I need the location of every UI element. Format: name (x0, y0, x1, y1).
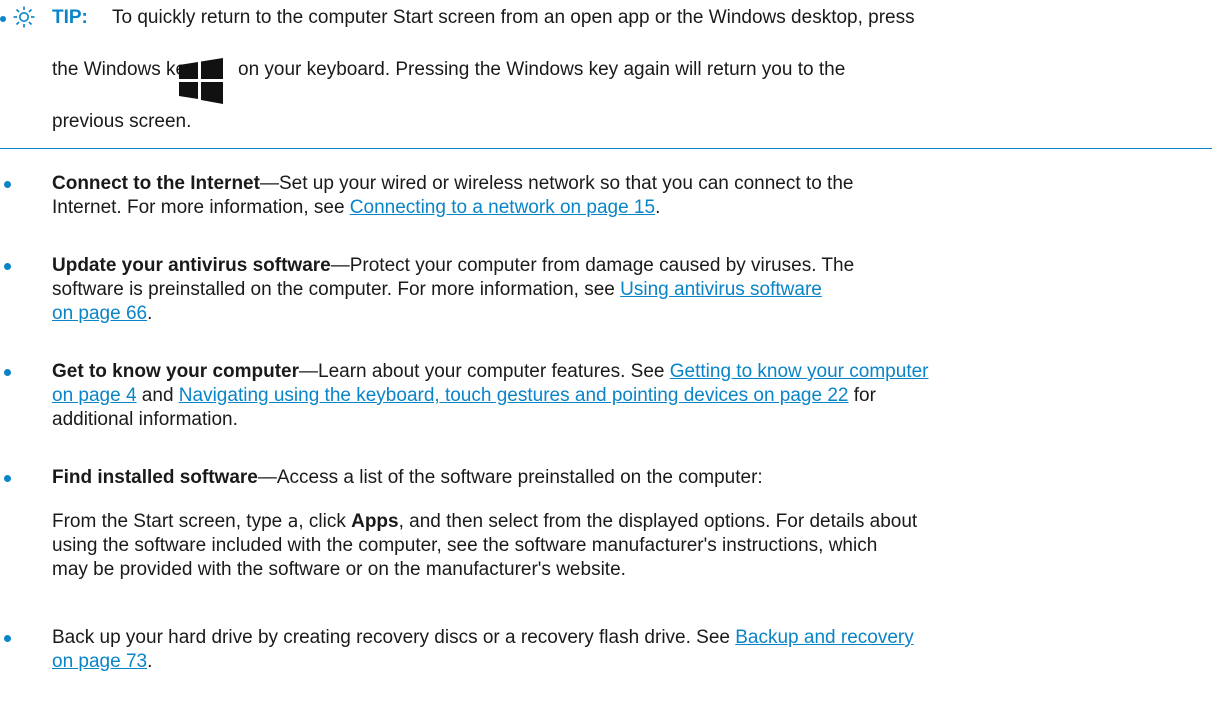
item-dash: — (259, 173, 279, 194)
link-backup-and-recovery[interactable]: Backup and recovery (735, 627, 914, 648)
item-text: software is preinstalled on the computer… (52, 279, 621, 300)
typed-key-code: a (287, 511, 299, 532)
list-item-body: Connect to the Internet—Set up your wire… (52, 172, 1212, 220)
tip-text-line-2a: the Windows key (52, 59, 196, 80)
bullet-icon (4, 635, 11, 642)
item-text: Protect your computer from damage caused… (349, 255, 855, 276)
link-connecting-to-network[interactable]: Connecting to a network on page 15 (350, 197, 655, 218)
link-backup-page[interactable]: on page 73 (52, 651, 147, 672)
item-text: may be provided with the software or on … (52, 559, 626, 580)
tip-text-line-3: previous screen. (52, 111, 192, 132)
list-item-body: Back up your hard drive by creating reco… (52, 626, 1212, 674)
lightbulb-tip-icon (13, 6, 35, 28)
item-text: Back up your hard drive by creating reco… (52, 627, 736, 648)
item-text: . (147, 651, 153, 672)
item-dash: — (299, 361, 319, 382)
tip-text-line-2b: on your keyboard. Pressing the Windows k… (238, 59, 846, 80)
bullet-icon (4, 475, 11, 482)
item-text: using the software included with the com… (52, 535, 878, 556)
item-text: additional information. (52, 409, 238, 430)
item-text: Learn about your computer features. See (318, 361, 670, 382)
windows-key-icon (179, 58, 223, 104)
bullet-icon (4, 263, 11, 270)
tip-box: TIP: To quickly return to the computer S… (0, 0, 1212, 149)
tip-label: TIP: (52, 7, 88, 28)
list-item-subparagraph: From the Start screen, type a, click App… (52, 510, 1212, 582)
item-heading: Get to know your computer (52, 361, 300, 382)
item-dash: — (330, 255, 350, 276)
bullet-icon (4, 369, 11, 376)
item-text: , click (298, 511, 352, 532)
list-item-body: Update your antivirus software—Protect y… (52, 254, 1212, 326)
link-navigating-keyboard[interactable]: Navigating using the keyboard, touch ges… (179, 385, 849, 406)
item-text: Internet. For more information, see (52, 197, 350, 218)
link-getting-to-know-page[interactable]: on page 4 (52, 385, 137, 406)
item-text: , and then select from the displayed opt… (398, 511, 918, 532)
bullet-icon (4, 181, 11, 188)
item-heading: Find installed software (52, 467, 258, 488)
link-using-antivirus-software[interactable]: Using antivirus software (620, 279, 822, 300)
list-item-body: Find installed software—Access a list of… (52, 466, 1212, 490)
item-dash: — (257, 467, 277, 488)
item-text: Access a list of the software preinstall… (276, 467, 763, 488)
list-item-body: Get to know your computer—Learn about yo… (52, 360, 1212, 432)
item-text: From the Start screen, type (52, 511, 288, 532)
tip-text-line-1: To quickly return to the computer Start … (112, 7, 915, 28)
item-text: for (848, 385, 876, 406)
item-heading: Connect to the Internet (52, 173, 260, 194)
tip-bullet (0, 16, 6, 22)
apps-bold-label: Apps (351, 511, 399, 532)
link-getting-to-know-computer[interactable]: Getting to know your computer (670, 361, 929, 382)
item-text: . (655, 197, 661, 218)
item-heading: Update your antivirus software (52, 255, 331, 276)
item-text: Set up your wired or wireless network so… (278, 173, 854, 194)
item-text: . (147, 303, 153, 324)
link-using-antivirus-page[interactable]: on page 66 (52, 303, 147, 324)
item-text: and (136, 385, 179, 406)
document-page: TIP: To quickly return to the computer S… (0, 0, 1218, 711)
